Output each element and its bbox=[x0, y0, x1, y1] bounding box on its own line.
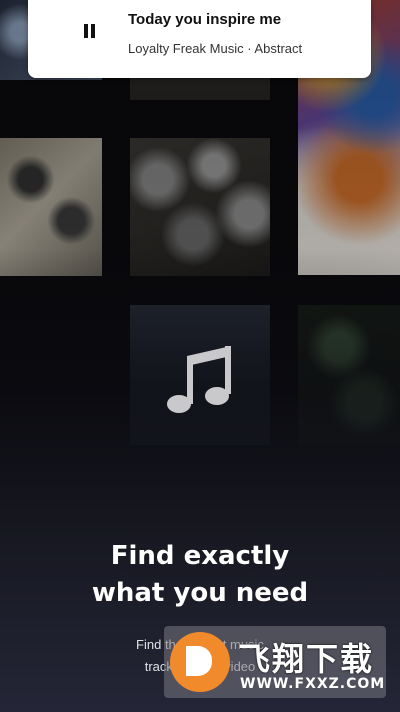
music-note-icon bbox=[167, 346, 231, 413]
headline-line-1: Find exactly bbox=[110, 541, 290, 571]
pause-icon[interactable] bbox=[82, 24, 98, 42]
watermark-url: WWW.FXXZ.COM bbox=[240, 676, 386, 692]
fxxz-logo-icon bbox=[170, 632, 230, 692]
onboarding-screen: Today you inspire me Loyalty Freak Music… bbox=[0, 0, 400, 712]
headline-line-2: what you need bbox=[91, 578, 309, 608]
onboarding-headline: Find exactly what you need bbox=[0, 538, 400, 612]
track-title: Today you inspire me bbox=[128, 11, 282, 28]
site-watermark: 飞翔下载 WWW.FXXZ.COM bbox=[164, 626, 386, 700]
watermark-cn-text: 飞翔下载 bbox=[238, 640, 375, 678]
track-subtitle: Loyalty Freak Music · Abstract bbox=[128, 41, 303, 56]
now-playing-card[interactable]: Today you inspire me Loyalty Freak Music… bbox=[28, 0, 371, 78]
